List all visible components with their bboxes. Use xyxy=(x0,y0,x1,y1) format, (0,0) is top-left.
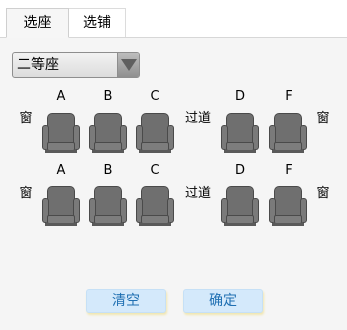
column-label-d: D xyxy=(234,89,245,104)
seat-row1-d[interactable] xyxy=(221,113,259,153)
seat-row1-f[interactable] xyxy=(269,113,307,153)
window-label-left: 窗 xyxy=(19,111,33,126)
confirm-button[interactable]: 确定 xyxy=(183,289,263,313)
seat-row2-b[interactable] xyxy=(89,186,127,226)
column-label-f: F xyxy=(285,89,293,104)
column-label-b: B xyxy=(103,163,113,178)
column-label-a: A xyxy=(56,163,66,178)
seat-row1-c[interactable] xyxy=(136,113,174,153)
aisle-label: 过道 xyxy=(184,186,211,201)
seat-class-select[interactable]: 二等座 xyxy=(12,52,140,78)
column-label-d: D xyxy=(234,163,245,178)
column-label-a: A xyxy=(56,89,66,104)
seat-row1-b[interactable] xyxy=(89,113,127,153)
tab-select-seat[interactable]: 选座 xyxy=(6,8,69,38)
window-label-right: 窗 xyxy=(316,186,330,201)
seat-row2-c[interactable] xyxy=(136,186,174,226)
dropdown-button[interactable] xyxy=(117,53,139,77)
column-label-b: B xyxy=(103,89,113,104)
column-label-f: F xyxy=(285,163,293,178)
window-label-right: 窗 xyxy=(316,111,330,126)
clear-button[interactable]: 清空 xyxy=(86,289,166,313)
window-label-left: 窗 xyxy=(19,186,33,201)
seat-row2-d[interactable] xyxy=(221,186,259,226)
column-label-c: C xyxy=(150,163,160,178)
aisle-label: 过道 xyxy=(184,111,211,126)
column-label-c: C xyxy=(150,89,160,104)
seat-row2-f[interactable] xyxy=(269,186,307,226)
tab-bar: 选座 选铺 xyxy=(0,0,347,38)
chevron-down-icon xyxy=(121,59,137,71)
seat-selection-panel: 二等座 A B C D F 窗 过道 窗 A B C D F 窗 过道 窗 清空… xyxy=(0,38,347,330)
seat-row1-a[interactable] xyxy=(42,113,80,153)
seat-class-value: 二等座 xyxy=(17,57,59,73)
seat-row2-a[interactable] xyxy=(42,186,80,226)
tab-select-berth[interactable]: 选铺 xyxy=(69,8,126,37)
